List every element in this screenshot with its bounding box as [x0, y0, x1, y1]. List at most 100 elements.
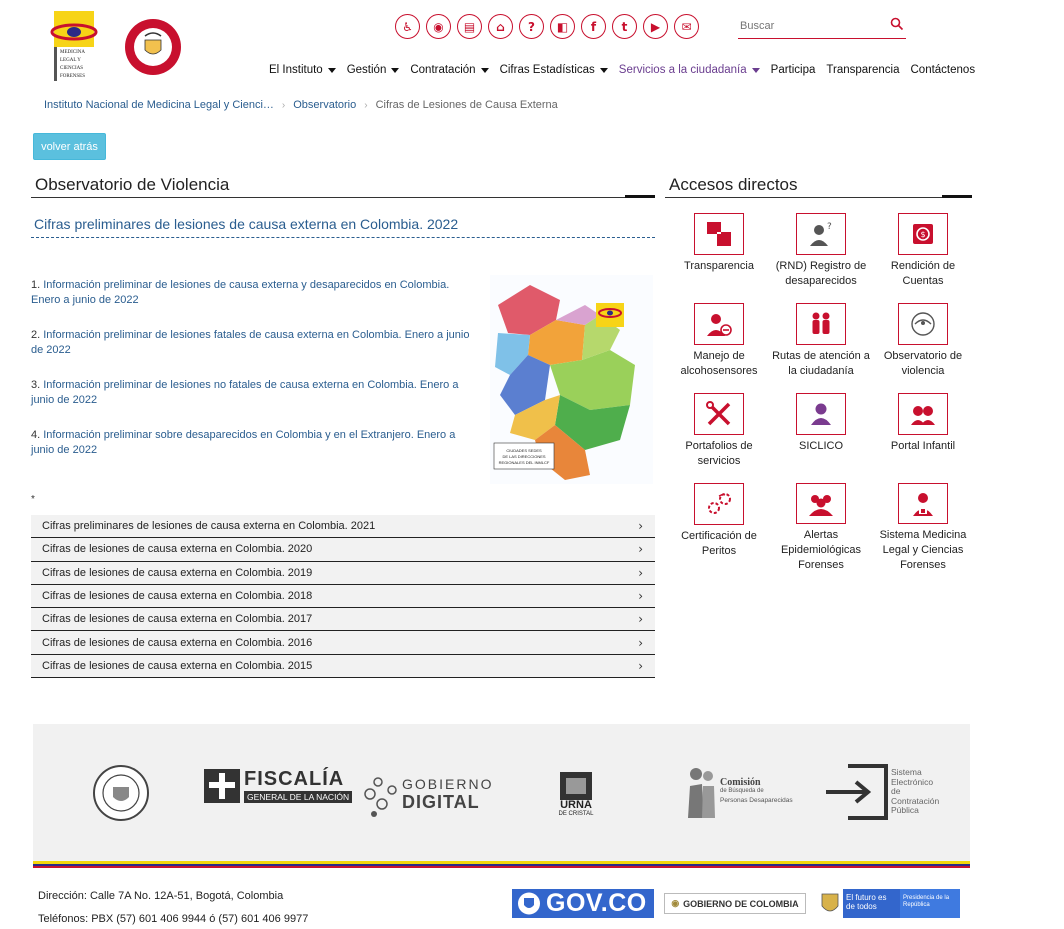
shortcut-tile[interactable]: Alertas Epidemiológicas Forenses	[770, 483, 872, 573]
breadcrumb-home[interactable]: Instituto Nacional de Medicina Legal y C…	[44, 99, 274, 111]
tools-icon[interactable]	[694, 393, 744, 435]
breadcrumb-observatorio[interactable]: Observatorio	[293, 99, 356, 111]
footer-address: Dirección: Calle 7A No. 12A-51, Bogotá, …	[38, 890, 284, 902]
caret-down-icon	[480, 67, 489, 73]
shortcut-label[interactable]: (RND) Registro de desaparecidos	[770, 259, 872, 289]
shortcut-label[interactable]: Observatorio de violencia	[872, 349, 974, 379]
svg-text:REGIONALES DEL INMLCF: REGIONALES DEL INMLCF	[499, 460, 550, 465]
report-link[interactable]: Información preliminar de lesiones fatal…	[31, 329, 469, 356]
chevron-right-icon: ›	[638, 612, 643, 627]
shortcut-label[interactable]: Certificación de Peritos	[668, 529, 770, 559]
shortcut-label[interactable]: Rendición de Cuentas	[872, 259, 974, 289]
search-input[interactable]	[738, 14, 878, 38]
search-icon[interactable]	[890, 17, 904, 31]
group-icon[interactable]	[796, 483, 846, 524]
svg-text:?: ?	[827, 222, 832, 232]
accordion-row[interactable]: Cifras de lesiones de causa externa en C…	[31, 654, 655, 679]
shortcuts-grid: Transparencia? (RND) Registro de desapare…	[668, 213, 974, 573]
chevron-right-icon: ›	[638, 658, 643, 673]
shortcut-label[interactable]: Alertas Epidemiológicas Forenses	[770, 528, 872, 573]
nav-item-5[interactable]: Participa	[771, 64, 816, 76]
contrast-icon[interactable]: ◧	[550, 14, 575, 39]
chevron-right-icon: ›	[638, 519, 643, 534]
nav-item-0[interactable]: El Instituto	[269, 64, 336, 76]
nav-item-1[interactable]: Gestión	[347, 64, 400, 76]
shortcut-tile[interactable]: Portafolios de servicios	[668, 393, 770, 483]
chevron-right-icon: ›	[638, 635, 643, 650]
accountability-icon[interactable]: $	[898, 213, 948, 255]
pdf-icon[interactable]: ▤	[457, 14, 482, 39]
republic-logo[interactable]	[124, 18, 182, 76]
accordion-row[interactable]: Cifras de lesiones de causa externa en C…	[31, 608, 655, 632]
back-button[interactable]: volver atrás	[33, 133, 106, 160]
transparency-icon[interactable]	[694, 213, 744, 255]
shortcut-label[interactable]: Rutas de atención a la ciudadanía	[770, 349, 872, 379]
institution-logo[interactable]: MEDICINA LEGAL Y CIENCIAS FORENSES	[44, 11, 104, 83]
twitter-icon[interactable]: t	[612, 14, 637, 39]
breadcrumb-separator: ›	[281, 99, 286, 111]
shortcut-tile[interactable]: Sistema Medicina Legal y Ciencias Forens…	[872, 483, 974, 573]
certification-icon[interactable]	[694, 483, 744, 525]
shortcut-tile[interactable]: Rutas de atención a la ciudadanía	[770, 303, 872, 393]
govco-logo[interactable]: GOV.CO	[512, 889, 654, 918]
help-icon[interactable]: ?	[519, 14, 544, 39]
shortcut-tile[interactable]: Transparencia	[668, 213, 770, 303]
accordion-row[interactable]: Cifras de lesiones de causa externa en C…	[31, 584, 655, 609]
shortcut-tile[interactable]: ? (RND) Registro de desaparecidos	[770, 213, 872, 303]
presidency-shield-icon	[821, 893, 839, 912]
presidency-seal-logo[interactable]	[92, 764, 150, 822]
comision-busqueda-logo[interactable]: Comisión de Búsqueda de Personas Desapar…	[682, 764, 793, 818]
missing-person-icon[interactable]: ?	[796, 213, 846, 255]
urna-word: URNA	[560, 799, 592, 811]
eye-icon[interactable]: ◉	[426, 14, 451, 39]
nav-item-label: El Instituto	[269, 64, 323, 76]
shortcut-tile[interactable]: SICLICO	[770, 393, 872, 483]
user-icon[interactable]	[796, 393, 846, 435]
urna-de-cristal-logo[interactable]: URNA DE CRISTAL	[558, 772, 594, 817]
nav-item-3[interactable]: Cifras Estadísticas	[500, 64, 608, 76]
accordion-row[interactable]: Cifras de lesiones de causa externa en C…	[31, 561, 655, 585]
shortcut-label[interactable]: SICLICO	[799, 439, 843, 454]
search-box[interactable]	[738, 14, 906, 39]
shortcut-tile[interactable]: $ Rendición de Cuentas	[872, 213, 974, 303]
gobierno-colombia-logo[interactable]: ◉ GOBIERNO DE COLOMBIA	[664, 893, 806, 914]
children-icon[interactable]	[898, 393, 948, 435]
shortcut-tile[interactable]: Observatorio de violencia	[872, 303, 974, 393]
accordion-row[interactable]: Cifras preliminares de lesiones de causa…	[31, 515, 655, 539]
nav-item-4[interactable]: Servicios a la ciudadanía	[619, 64, 760, 76]
accessibility-icon[interactable]: ♿	[395, 14, 420, 39]
shortcut-label[interactable]: Portafolios de servicios	[668, 439, 770, 469]
report-link[interactable]: Información preliminar sobre desaparecid…	[31, 429, 455, 456]
shortcut-tile[interactable]: Certificación de Peritos	[668, 483, 770, 573]
observatory-icon[interactable]	[898, 303, 948, 345]
shortcut-tile[interactable]: Portal Infantil	[872, 393, 974, 483]
routes-icon[interactable]	[796, 303, 846, 345]
nav-item-7[interactable]: Contáctenos	[911, 64, 976, 76]
accordion-row[interactable]: Cifras de lesiones de causa externa en C…	[31, 538, 655, 562]
shortcut-label[interactable]: Manejo de alcohosensores	[668, 349, 770, 379]
report-link[interactable]: Información preliminar de lesiones de ca…	[31, 279, 449, 306]
shortcut-label[interactable]: Sistema Medicina Legal y Ciencias Forens…	[872, 528, 974, 573]
report-link[interactable]: Información preliminar de lesiones no fa…	[31, 379, 458, 406]
breathalyzer-icon[interactable]	[694, 303, 744, 345]
nav-item-6[interactable]: Transparencia	[826, 64, 899, 76]
svg-text:CIUDADES SEDES: CIUDADES SEDES	[506, 448, 542, 453]
secop-logo[interactable]: Sistema Electrónico de Contratación Públ…	[826, 764, 943, 820]
fiscalia-logo[interactable]: FISCALÍA GENERAL DE LA NACIÓN	[204, 768, 353, 803]
futuro-presidencia-logo[interactable]: El futuro es de todos Presidencia de la …	[817, 889, 960, 918]
system-user-icon[interactable]	[898, 483, 948, 524]
facebook-icon[interactable]: f	[581, 14, 606, 39]
shortcuts-title: Accesos directos	[669, 175, 798, 194]
gobierno-colombia-text: GOBIERNO DE COLOMBIA	[683, 898, 799, 909]
sitemap-icon[interactable]: ⌂	[488, 14, 513, 39]
gobierno-digital-logo[interactable]: GOBIERNO DIGITAL	[360, 764, 493, 822]
shortcut-tile[interactable]: Manejo de alcohosensores	[668, 303, 770, 393]
nav-item-2[interactable]: Contratación	[410, 64, 489, 76]
youtube-icon[interactable]: ▶	[643, 14, 668, 39]
nav-item-label: Gestión	[346, 64, 387, 76]
mail-icon[interactable]: ✉	[674, 14, 699, 39]
shortcut-label[interactable]: Transparencia	[684, 259, 754, 274]
accordion-row[interactable]: Cifras de lesiones de causa externa en C…	[31, 631, 655, 655]
shortcut-label[interactable]: Portal Infantil	[891, 439, 955, 454]
caret-down-icon	[751, 67, 760, 73]
